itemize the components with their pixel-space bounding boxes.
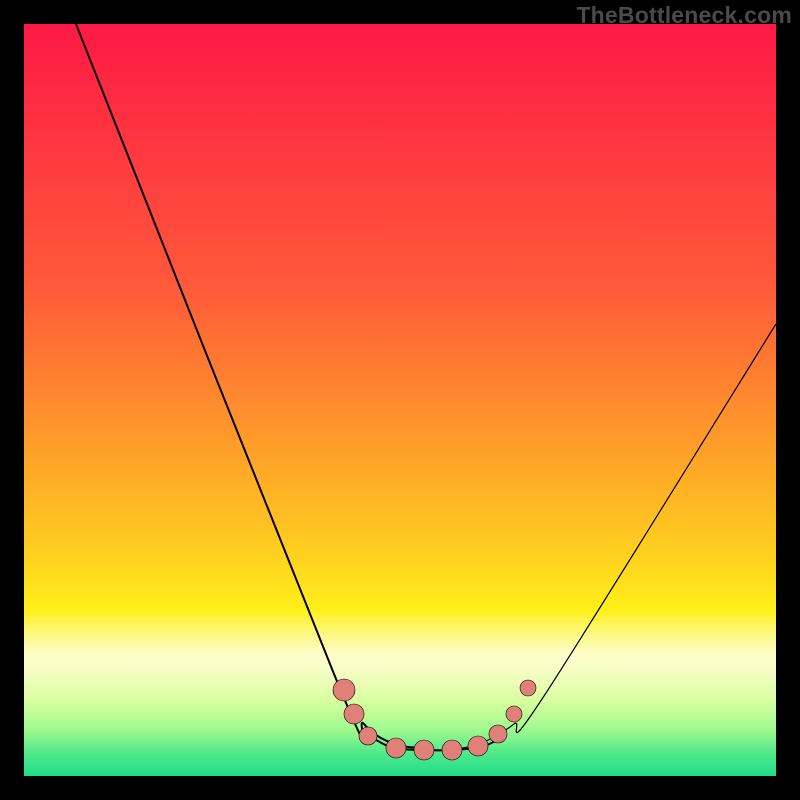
chart-svg [24, 24, 776, 776]
marker-dot [359, 727, 377, 745]
marker-dot [442, 740, 462, 760]
marker-dot [414, 740, 434, 760]
marker-dot [489, 725, 507, 743]
marker-dot [520, 680, 536, 696]
curve-left-branch [76, 24, 424, 748]
marker-dot [468, 736, 488, 756]
marker-dot [344, 704, 364, 724]
marker-group [333, 679, 536, 760]
marker-dot [386, 738, 406, 758]
curve-right-branch [454, 324, 776, 750]
marker-dot [506, 706, 522, 722]
chart-area [24, 24, 776, 776]
marker-dot [333, 679, 355, 701]
